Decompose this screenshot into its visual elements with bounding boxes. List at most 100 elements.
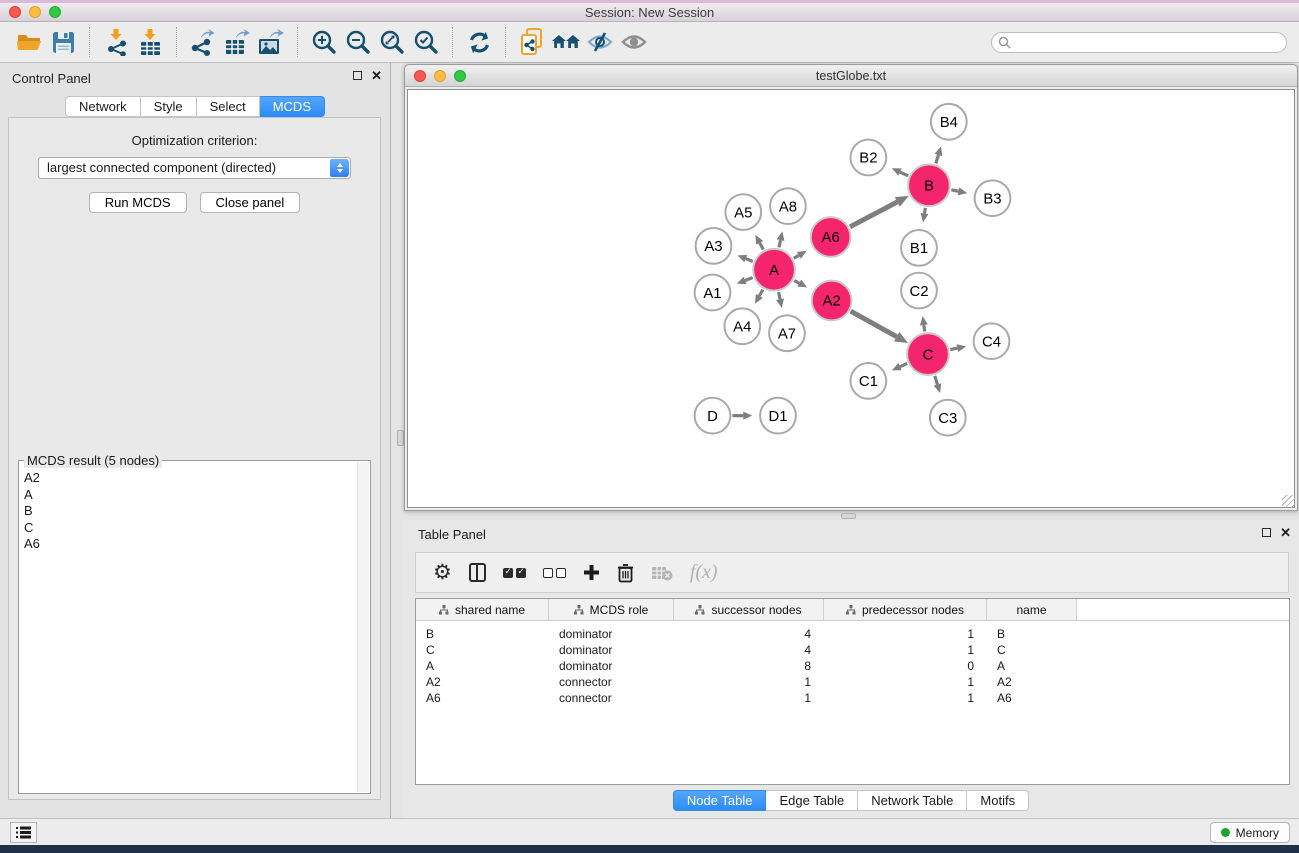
- graph-edge-C-C1[interactable]: [900, 363, 907, 366]
- graph-node-B4[interactable]: B4: [931, 104, 967, 140]
- function-builder-button[interactable]: f(x): [690, 559, 718, 587]
- graph-edge-A-A7[interactable]: [779, 292, 780, 299]
- network-window-titlebar[interactable]: testGlobe.txt: [405, 65, 1297, 87]
- table-cell[interactable]: B: [416, 627, 549, 641]
- horizontal-divider-grip[interactable]: [841, 513, 856, 519]
- table-cell[interactable]: A2: [416, 675, 549, 689]
- table-cell[interactable]: 1: [824, 627, 987, 641]
- close-panel-icon[interactable]: ✕: [371, 70, 382, 81]
- delete-column-button[interactable]: [617, 559, 634, 587]
- column-header-shared-name[interactable]: shared name: [416, 599, 549, 620]
- table-cell[interactable]: C: [987, 643, 1077, 657]
- graph-node-C1[interactable]: C1: [851, 363, 887, 399]
- float-panel-icon[interactable]: [353, 71, 362, 80]
- table-cell[interactable]: A6: [987, 691, 1077, 705]
- close-network-button[interactable]: [414, 70, 426, 82]
- close-table-panel-icon[interactable]: ✕: [1280, 527, 1291, 538]
- mcds-result-item[interactable]: A6: [24, 536, 356, 553]
- tab-network-table[interactable]: Network Table: [858, 790, 967, 811]
- table-row[interactable]: Adominator80A: [416, 658, 1289, 674]
- table-row[interactable]: Cdominator41C: [416, 642, 1289, 658]
- task-history-button[interactable]: [10, 822, 37, 843]
- graph-edge-B-B4[interactable]: [936, 155, 939, 164]
- table-cell[interactable]: dominator: [549, 627, 674, 641]
- graph-node-C3[interactable]: C3: [930, 400, 966, 436]
- table-cell[interactable]: 0: [824, 659, 987, 673]
- graph-node-D1[interactable]: D1: [760, 398, 796, 434]
- table-cell[interactable]: B: [987, 627, 1077, 641]
- network-from-selection-button[interactable]: [515, 26, 549, 58]
- import-table-button[interactable]: [133, 26, 167, 58]
- node-table[interactable]: shared nameMCDS rolesuccessor nodesprede…: [415, 598, 1290, 785]
- export-image-button[interactable]: [254, 26, 288, 58]
- table-cell[interactable]: connector: [549, 675, 674, 689]
- tab-style[interactable]: Style: [141, 96, 197, 117]
- deselect-all-columns-button[interactable]: [543, 559, 566, 587]
- table-cell[interactable]: dominator: [549, 659, 674, 673]
- table-row[interactable]: Bdominator41B: [416, 626, 1289, 642]
- zoom-in-button[interactable]: [307, 26, 341, 58]
- graph-node-C2[interactable]: C2: [901, 273, 937, 309]
- table-cell[interactable]: A2: [987, 675, 1077, 689]
- graph-edge-A2-C[interactable]: [851, 311, 897, 337]
- export-table-button[interactable]: [220, 26, 254, 58]
- table-cell[interactable]: A: [987, 659, 1077, 673]
- network-window[interactable]: testGlobe.txt AA1A2A3A4A5A6A7A8BB1B2B3B4…: [404, 64, 1298, 511]
- home-button[interactable]: [549, 26, 583, 58]
- table-cell[interactable]: 1: [824, 675, 987, 689]
- import-network-button[interactable]: [99, 26, 133, 58]
- zoom-fit-button[interactable]: [375, 26, 409, 58]
- graph-edge-A-A1[interactable]: [745, 278, 753, 281]
- close-window-button[interactable]: [9, 6, 21, 18]
- add-column-button[interactable]: [583, 559, 600, 587]
- graph-edge-A6-B[interactable]: [850, 202, 897, 227]
- float-table-panel-icon[interactable]: [1262, 528, 1271, 537]
- graph-edge-B-B2[interactable]: [900, 172, 908, 176]
- table-cell[interactable]: 1: [674, 691, 824, 705]
- graph-node-A5[interactable]: A5: [725, 194, 761, 230]
- tab-select[interactable]: Select: [197, 96, 260, 117]
- table-row[interactable]: A6connector11A6: [416, 690, 1289, 706]
- graph-node-A6[interactable]: A6: [811, 217, 851, 257]
- table-cell[interactable]: 1: [674, 675, 824, 689]
- vertical-divider-grip[interactable]: [397, 430, 404, 446]
- network-canvas[interactable]: AA1A2A3A4A5A6A7A8BB1B2B3B4CC1C2C3C4DD1: [407, 89, 1295, 508]
- show-columns-button[interactable]: [469, 559, 486, 587]
- graph-node-B3[interactable]: B3: [975, 180, 1011, 216]
- select-stepper-icon[interactable]: [330, 159, 349, 177]
- export-network-button[interactable]: [186, 26, 220, 58]
- graph-edge-C-C3[interactable]: [935, 376, 938, 385]
- resize-grip-icon[interactable]: [1282, 495, 1295, 508]
- graph-node-A2[interactable]: A2: [812, 281, 852, 321]
- save-session-button[interactable]: [46, 26, 80, 58]
- column-header-name[interactable]: name: [987, 599, 1077, 620]
- tab-motifs[interactable]: Motifs: [967, 790, 1029, 811]
- table-cell[interactable]: 1: [824, 643, 987, 657]
- column-header-predecessor-nodes[interactable]: predecessor nodes: [824, 599, 987, 620]
- graph-node-A4[interactable]: A4: [724, 308, 760, 344]
- graph-node-C[interactable]: C: [907, 333, 949, 375]
- result-scrollbar[interactable]: [357, 462, 369, 792]
- hide-selected-button[interactable]: [583, 26, 617, 58]
- graph-edge-C-C4[interactable]: [950, 348, 957, 349]
- column-header-MCDS-role[interactable]: MCDS role: [549, 599, 674, 620]
- graph-edge-A-A8[interactable]: [779, 240, 781, 247]
- minimize-network-button[interactable]: [434, 70, 446, 82]
- criterion-select[interactable]: largest connected component (directed): [38, 157, 351, 179]
- table-cell[interactable]: 8: [674, 659, 824, 673]
- select-all-columns-button[interactable]: [503, 559, 526, 587]
- close-panel-button[interactable]: Close panel: [200, 192, 301, 213]
- show-selected-button[interactable]: [617, 26, 651, 58]
- graph-node-A8[interactable]: A8: [770, 188, 806, 224]
- table-cell[interactable]: 1: [824, 691, 987, 705]
- memory-button[interactable]: Memory: [1210, 822, 1290, 843]
- app-titlebar[interactable]: Session: New Session: [0, 3, 1299, 22]
- graph-edge-A-A5[interactable]: [760, 243, 764, 250]
- tab-mcds[interactable]: MCDS: [260, 96, 325, 117]
- graph-node-A3[interactable]: A3: [696, 228, 732, 264]
- graph-node-A7[interactable]: A7: [769, 315, 805, 351]
- zoom-out-button[interactable]: [341, 26, 375, 58]
- table-cell[interactable]: dominator: [549, 643, 674, 657]
- maximize-window-button[interactable]: [49, 6, 61, 18]
- graph-edge-B-B1[interactable]: [924, 208, 925, 214]
